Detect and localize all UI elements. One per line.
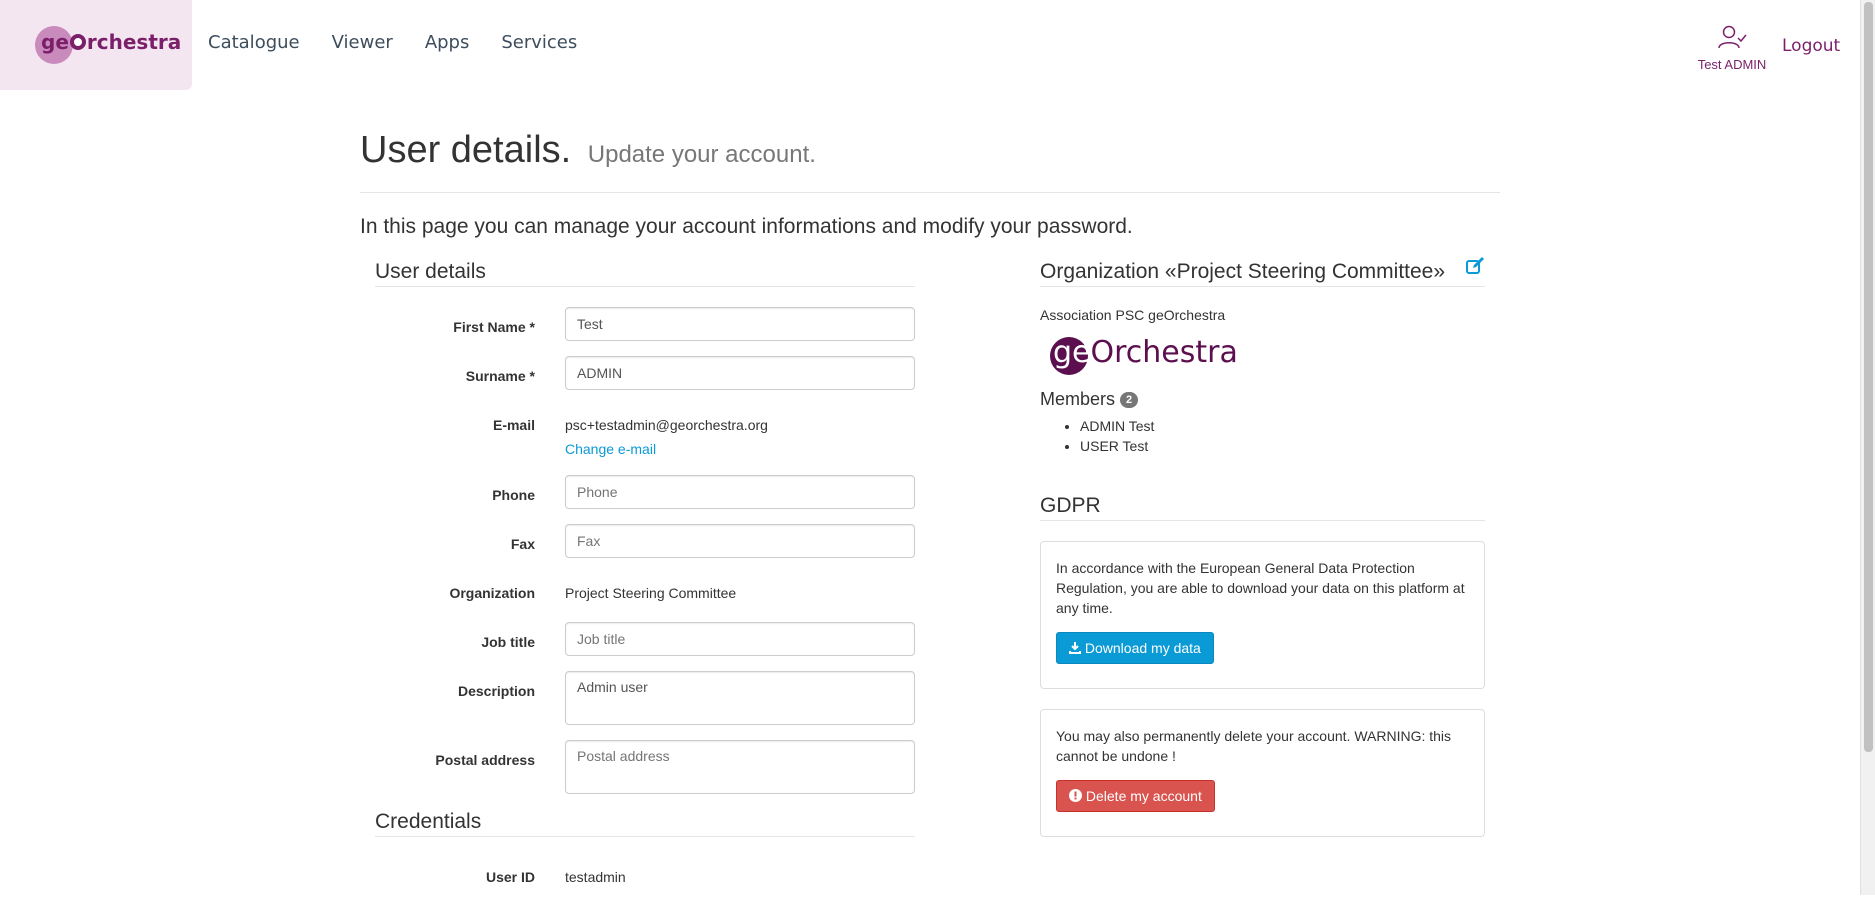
user-details-heading: User details (375, 260, 915, 287)
download-data-button[interactable]: Download my data (1056, 632, 1214, 664)
email-label: E-mail (492, 417, 535, 433)
postal-address-textarea[interactable] (565, 740, 915, 794)
organization-label: Organization (449, 585, 535, 601)
logo-text: ge rchestra (41, 30, 181, 54)
scrollbar-thumb[interactable] (1864, 2, 1873, 752)
nav-apps[interactable]: Apps (425, 32, 470, 53)
job-title-row: Job title (375, 622, 915, 671)
credentials-heading: Credentials (375, 810, 915, 837)
user-id-value: testadmin (565, 869, 626, 885)
main-nav: Catalogue Viewer Apps Services (208, 32, 577, 53)
page-title: User details. Update your account. (360, 129, 1500, 172)
members-list: ADMIN Test USER Test (1040, 416, 1485, 456)
postal-address-row: Postal address (375, 740, 915, 810)
user-id-row: User ID testadmin (375, 857, 915, 906)
gdpr-download-text: In accordance with the European General … (1056, 560, 1465, 616)
surname-row: Surname * (375, 356, 915, 405)
phone-label: Phone (492, 487, 535, 503)
change-email-link[interactable]: Change e-mail (565, 441, 915, 457)
organization-panel: Organization «Project Steering Committee… (1040, 257, 1485, 837)
org-logo-text: geOrchestra (1053, 335, 1238, 370)
logo-o-ring (69, 34, 86, 50)
page-subtitle: Update your account. (587, 141, 816, 168)
logo-prefix: ge (41, 30, 69, 54)
first-name-input[interactable] (565, 307, 915, 341)
organization-title: Organization «Project Steering Committee… (1040, 260, 1446, 283)
members-label: Members (1040, 389, 1116, 409)
fax-input[interactable] (565, 524, 915, 558)
user-id-label: User ID (485, 869, 535, 885)
page-scrollbar[interactable] (1860, 0, 1875, 895)
surname-input[interactable] (565, 356, 915, 390)
phone-row: Phone (375, 475, 915, 524)
logo-suffix: rchestra (86, 30, 182, 54)
delete-account-label: Delete my account (1085, 788, 1202, 804)
fax-row: Fax (375, 524, 915, 573)
org-logo-suffix: Orchestra (1090, 335, 1238, 370)
nav-services[interactable]: Services (501, 32, 577, 53)
user-account-link[interactable]: Test ADMIN (1690, 24, 1774, 72)
members-count-badge: 2 (1120, 392, 1139, 408)
surname-label: Surname * (465, 368, 535, 384)
email-row: E-mail psc+testadmin@georchestra.org Cha… (375, 405, 915, 475)
org-logo-prefix: ge (1053, 335, 1091, 370)
nav-viewer[interactable]: Viewer (332, 32, 393, 53)
phone-input[interactable] (565, 475, 915, 509)
job-title-input[interactable] (565, 622, 915, 656)
gdpr-download-panel: In accordance with the European General … (1040, 541, 1485, 689)
fax-label: Fax (510, 536, 535, 552)
page-lead: In this page you can manage your account… (360, 214, 1133, 238)
first-name-label: First Name * (453, 319, 535, 335)
first-name-row: First Name * (375, 307, 915, 356)
main-content: User details. Update your account. In th… (360, 90, 1500, 885)
organization-logo: geOrchestra (1040, 335, 1485, 377)
user-details-form: User details First Name * Surname * E-ma… (375, 260, 915, 906)
organization-value: Project Steering Committee (565, 585, 737, 601)
organization-heading: Organization «Project Steering Committee… (1040, 257, 1485, 287)
postal-address-label: Postal address (435, 752, 535, 768)
georchestra-logo[interactable]: ge rchestra (0, 0, 192, 90)
list-item: USER Test (1080, 436, 1485, 456)
job-title-label: Job title (481, 634, 535, 650)
user-check-icon (1718, 25, 1747, 49)
top-header: ge rchestra Catalogue Viewer Apps Service… (0, 0, 1860, 90)
description-row: Description Admin user (375, 671, 915, 740)
members-heading: Members 2 (1040, 389, 1485, 410)
page-title-text: User details. (360, 129, 572, 171)
gdpr-heading: GDPR (1040, 494, 1485, 521)
logout-link[interactable]: Logout (1782, 36, 1840, 56)
nav-catalogue[interactable]: Catalogue (208, 32, 300, 53)
title-divider (360, 191, 1500, 193)
list-item: ADMIN Test (1080, 416, 1485, 436)
description-textarea[interactable]: Admin user (565, 671, 915, 725)
edit-organization-icon[interactable] (1465, 256, 1485, 282)
organization-row: Organization Project Steering Committee (375, 573, 915, 622)
description-label: Description (457, 683, 535, 699)
gdpr-delete-panel: You may also permanently delete your acc… (1040, 709, 1485, 837)
organization-description: Association PSC geOrchestra (1040, 307, 1226, 323)
download-data-label: Download my data (1084, 640, 1201, 656)
download-icon (1069, 642, 1081, 654)
user-name: Test ADMIN (1697, 57, 1767, 72)
delete-account-button[interactable]: Delete my account (1056, 780, 1215, 812)
gdpr-delete-text: You may also permanently delete your acc… (1056, 728, 1452, 764)
email-value: psc+testadmin@georchestra.org (565, 417, 768, 433)
exclamation-circle-icon (1069, 789, 1082, 802)
